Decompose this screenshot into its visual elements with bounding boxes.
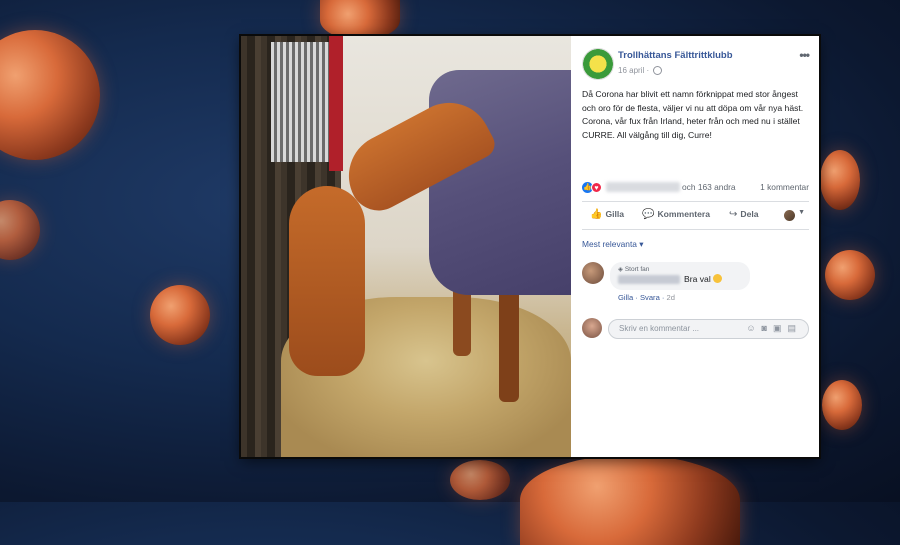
- share-icon: ↪: [729, 209, 738, 220]
- comment-bubble: ◈ Stort fan Bra val: [610, 262, 750, 290]
- page-avatar[interactable]: [582, 48, 614, 80]
- globe-icon: [653, 66, 663, 76]
- divider: [582, 201, 809, 202]
- post-panel: Trollhättans Fälttrittklubb 16 april · •…: [572, 36, 819, 457]
- comment-button[interactable]: 💬 Kommentera: [642, 209, 710, 220]
- post-photo-horse[interactable]: [241, 36, 571, 457]
- chevron-down-icon[interactable]: ▼: [798, 209, 805, 216]
- virus-decor: [820, 150, 860, 210]
- virus-decor: [825, 250, 875, 300]
- page-name-link[interactable]: Trollhättans Fälttrittklubb: [618, 50, 733, 61]
- commenter-avatar[interactable]: [582, 262, 604, 284]
- write-comment: Skriv en kommentar ... ☺◙▣▤: [582, 318, 809, 340]
- post-date[interactable]: 16 april ·: [618, 66, 663, 76]
- like-icon: 👍: [590, 209, 603, 220]
- love-icon: ♥: [591, 182, 602, 193]
- comment-count[interactable]: 1 kommentar: [760, 182, 809, 192]
- virus-decor: [0, 30, 100, 160]
- post-header: Trollhättans Fälttrittklubb 16 april · •…: [582, 46, 810, 80]
- virus-decor: [520, 455, 740, 545]
- reactions-bar[interactable]: 👍 ♥ och 163 andra 1 kommentar: [582, 181, 809, 195]
- post-actions: 👍 Gilla 💬 Kommentera ↪ Dela ▼: [582, 207, 809, 225]
- comment-input[interactable]: Skriv en kommentar ... ☺◙▣▤: [608, 319, 809, 339]
- comment-icon: 💬: [642, 209, 655, 220]
- reaction-count[interactable]: och 163 andra: [682, 182, 736, 192]
- more-options-icon[interactable]: •••: [799, 48, 810, 62]
- comment: ◈ Stort fan Bra val Gilla · Svara · 2d: [582, 262, 809, 308]
- viewer-avatar: [582, 318, 602, 338]
- commenter-name-blurred[interactable]: [618, 275, 680, 284]
- reactor-name-blurred[interactable]: [606, 182, 680, 192]
- sticker-icon[interactable]: ▤: [787, 323, 802, 333]
- comment-like-link[interactable]: Gilla: [618, 293, 633, 302]
- virus-decor: [320, 0, 400, 40]
- virus-decor: [0, 200, 40, 260]
- comment-reply-link[interactable]: Svara: [640, 293, 660, 302]
- emoji-icon: [713, 274, 723, 283]
- comment-text: Bra val: [684, 274, 723, 284]
- post-text: Då Corona har blivit ett namn förknippat…: [582, 89, 804, 140]
- top-fan-badge: ◈ Stort fan: [618, 266, 650, 273]
- comment-actions: Gilla · Svara · 2d: [618, 293, 675, 302]
- comment-sort-dropdown[interactable]: Mest relevanta ▾: [582, 239, 643, 249]
- like-button[interactable]: 👍 Gilla: [590, 209, 624, 220]
- virus-decor: [150, 285, 210, 345]
- virus-decor: [822, 380, 862, 430]
- facebook-post-card: Trollhättans Fälttrittklubb 16 april · •…: [241, 36, 819, 457]
- divider: [582, 229, 809, 230]
- virus-decor: [450, 460, 510, 500]
- viewer-avatar[interactable]: [784, 210, 795, 221]
- gif-icon[interactable]: ▣: [773, 323, 788, 333]
- camera-icon[interactable]: ◙: [762, 323, 773, 333]
- emoji-icon[interactable]: ☺: [746, 323, 761, 333]
- share-button[interactable]: ↪ Dela: [729, 209, 759, 220]
- comment-time[interactable]: 2d: [667, 293, 675, 302]
